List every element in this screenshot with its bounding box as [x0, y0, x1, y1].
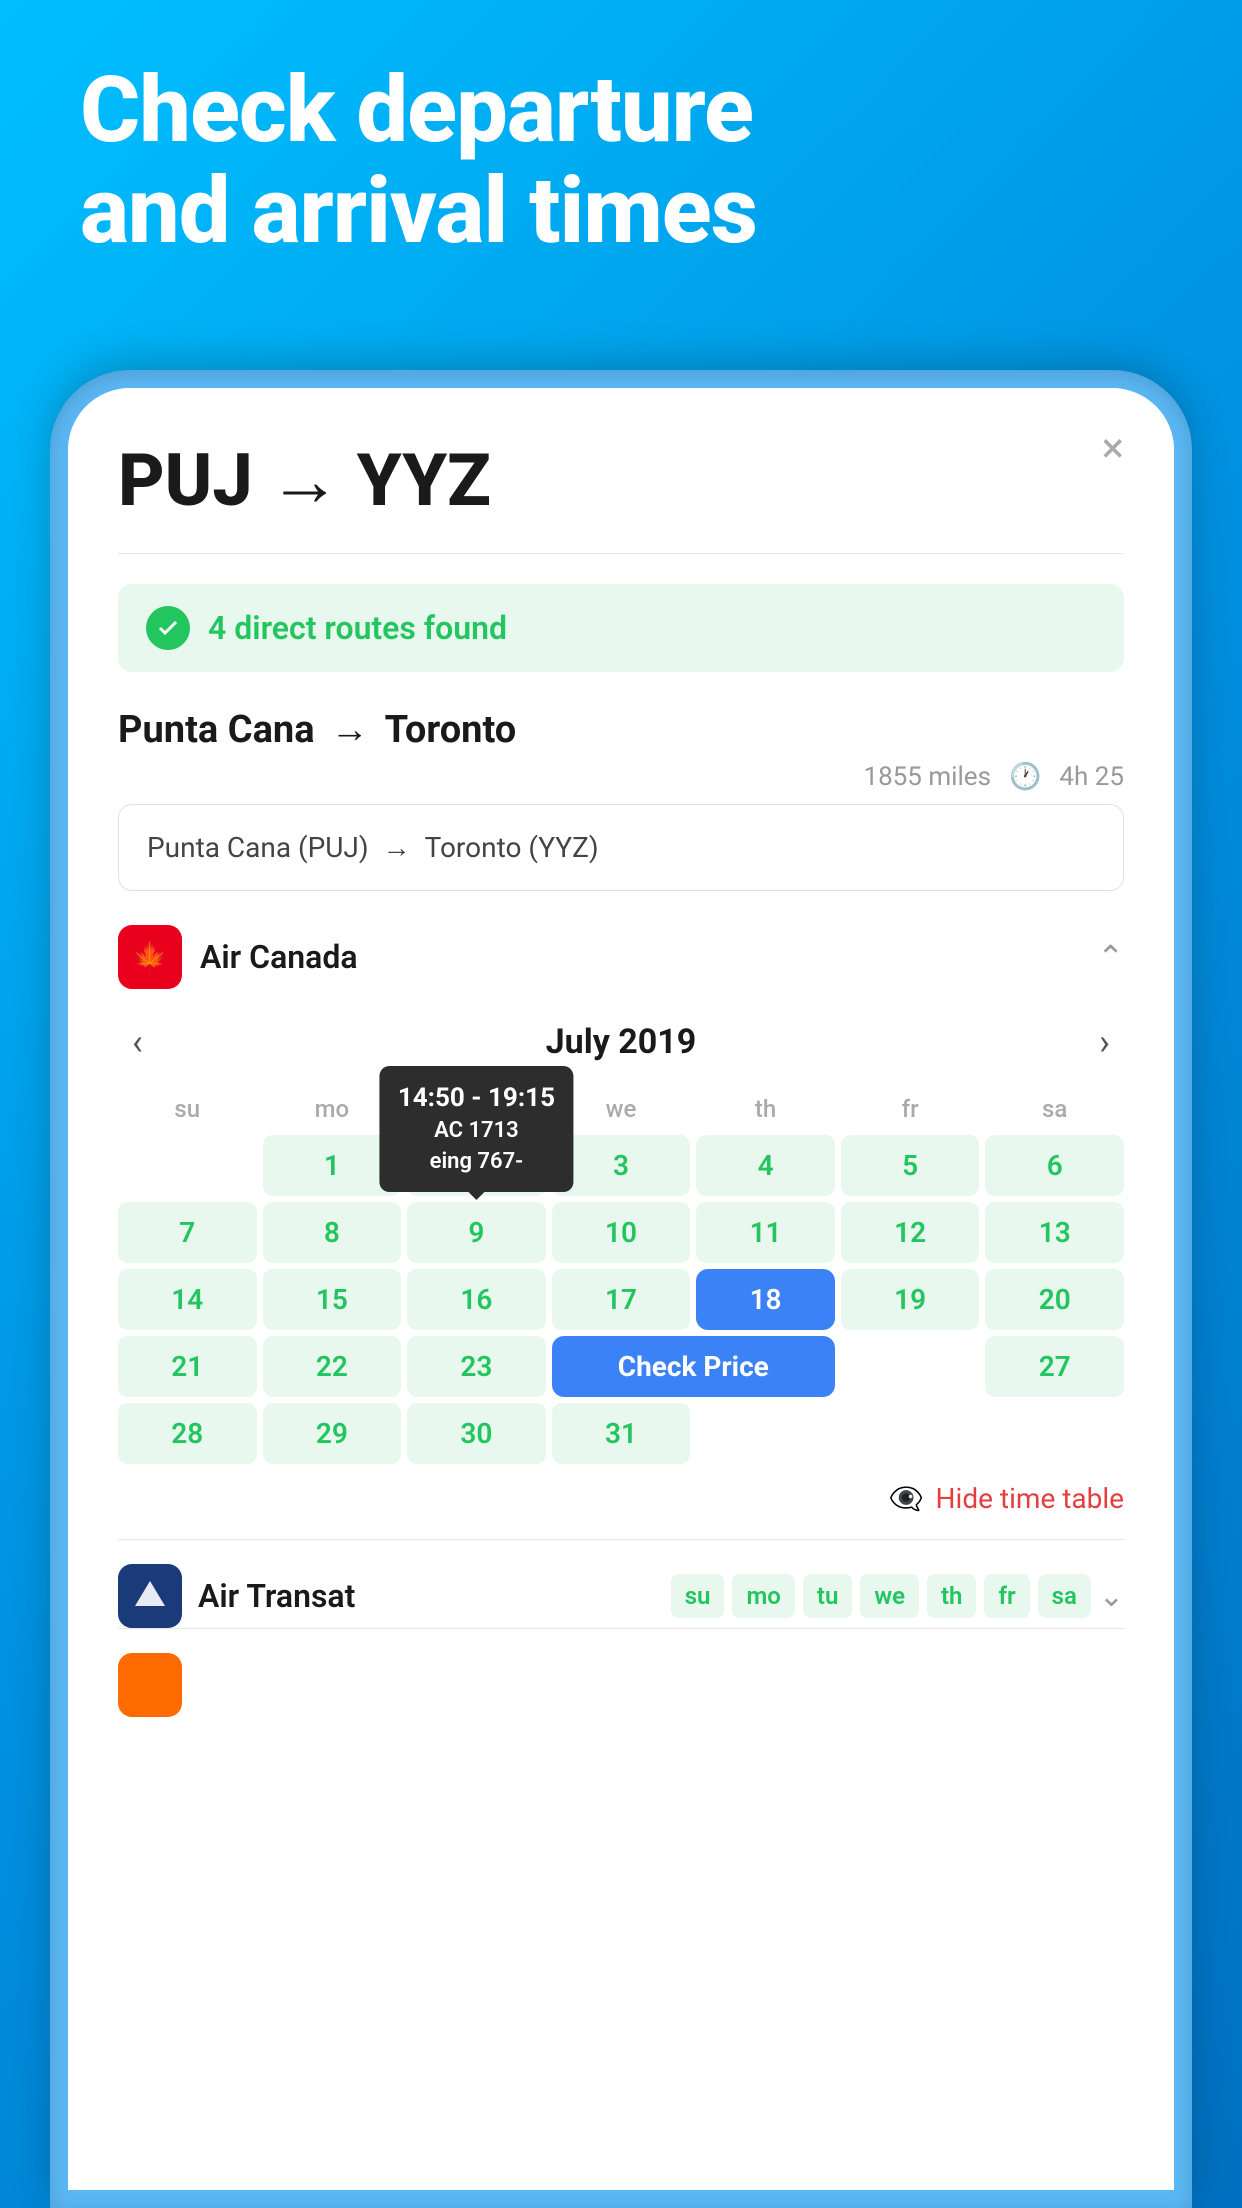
- airline2-expand-icon[interactable]: ⌄: [1099, 1579, 1124, 1614]
- cal-cell-23[interactable]: 23: [407, 1336, 546, 1397]
- cal-header-fr: fr: [841, 1089, 980, 1129]
- city-to: Toronto: [385, 708, 517, 752]
- cal-cell-empty-4: [841, 1403, 980, 1464]
- route-detail-box: Punta Cana (PUJ) → Toronto (YYZ): [118, 804, 1124, 891]
- phone-frame: × PUJ → YYZ 4 direct routes found Punta: [50, 370, 1192, 2208]
- cal-cell-11[interactable]: 11: [696, 1202, 835, 1263]
- airline1-header: 🍁 Air Canada ⌃: [118, 915, 1124, 999]
- cal-header-su: su: [118, 1089, 257, 1129]
- airline1-left: 🍁 Air Canada: [118, 925, 358, 989]
- cal-cell-10[interactable]: 10: [552, 1202, 691, 1263]
- section-arrow: →: [331, 708, 369, 752]
- cal-cell-28[interactable]: 28: [118, 1403, 257, 1464]
- clock-icon: 🕐: [1009, 762, 1041, 792]
- cal-cell-27[interactable]: 27: [985, 1336, 1124, 1397]
- air-canada-logo: 🍁: [118, 925, 182, 989]
- cal-cell-20[interactable]: 20: [985, 1269, 1124, 1330]
- cal-cell-12[interactable]: 12: [841, 1202, 980, 1263]
- airline2-name: Air Transat: [198, 1577, 355, 1615]
- cal-cell-empty-1: [118, 1135, 257, 1196]
- cal-cell-21[interactable]: 21: [118, 1336, 257, 1397]
- flight-tooltip: 14:50 - 19:15 AC 1713 eing 767-: [380, 1066, 573, 1192]
- cal-cell-18-selected[interactable]: 18: [696, 1269, 835, 1330]
- routes-found-text: 4 direct routes found: [208, 609, 507, 647]
- route-title: PUJ → YYZ: [118, 438, 1124, 523]
- cal-cell-empty-3: [696, 1403, 835, 1464]
- airline2-left: Air Transat: [118, 1564, 355, 1628]
- section-title: Punta Cana → Toronto: [118, 708, 1124, 752]
- miles-text: 1855 miles: [863, 762, 991, 792]
- city-from: Punta Cana: [118, 708, 315, 752]
- day-th: th: [927, 1574, 976, 1618]
- routes-found-banner: 4 direct routes found: [118, 584, 1124, 672]
- route-arrow: →: [269, 438, 341, 523]
- destination-code: YYZ: [357, 438, 491, 523]
- airline2-row: Air Transat su mo tu we th fr sa ⌄: [118, 1539, 1124, 1628]
- cal-header-sa: sa: [985, 1089, 1124, 1129]
- day-su: su: [671, 1574, 725, 1618]
- route-meta: 1855 miles 🕐 4h 25: [118, 762, 1124, 792]
- cal-cell-8[interactable]: 8: [263, 1202, 402, 1263]
- cal-cell-empty-2: [841, 1336, 980, 1397]
- cal-row-2: 7 8 9 14:50 - 19:15 AC 1713 eing 767- 10…: [118, 1202, 1124, 1263]
- phone-screen: × PUJ → YYZ 4 direct routes found Punta: [68, 388, 1174, 2190]
- duration-text: 4h 25: [1059, 762, 1124, 792]
- cal-cell-14[interactable]: 14: [118, 1269, 257, 1330]
- check-price-button[interactable]: Check Price: [552, 1336, 835, 1397]
- air-transat-logo: [118, 1564, 182, 1628]
- day-sa: sa: [1038, 1574, 1091, 1618]
- close-button[interactable]: ×: [1102, 428, 1124, 470]
- airline3-row: [118, 1628, 1124, 1717]
- cal-cell-7[interactable]: 7: [118, 1202, 257, 1263]
- hide-timetable-label: Hide time table: [936, 1482, 1124, 1515]
- cal-header-th: th: [696, 1089, 835, 1129]
- day-mo: mo: [732, 1574, 794, 1618]
- cal-row-1: 1 2 3 4 5 6: [118, 1135, 1124, 1196]
- check-circle-icon: [146, 606, 190, 650]
- origin-code: PUJ: [118, 438, 253, 523]
- cal-prev-button[interactable]: ‹: [118, 1013, 157, 1071]
- cal-cell-17[interactable]: 17: [552, 1269, 691, 1330]
- calendar-nav: ‹ July 2019 ›: [118, 1013, 1124, 1071]
- cal-cell-22[interactable]: 22: [263, 1336, 402, 1397]
- hide-timetable-button[interactable]: 👁‍🗨 Hide time table: [118, 1482, 1124, 1515]
- cal-row-5: 28 29 30 31: [118, 1403, 1124, 1464]
- cal-cell-4[interactable]: 4: [696, 1135, 835, 1196]
- cal-row-3: 14 15 16 17 18 19 20: [118, 1269, 1124, 1330]
- airline3-logo: [118, 1653, 182, 1717]
- tooltip-aircraft: eing 767-: [398, 1147, 555, 1178]
- hero-title: Check departure and arrival times: [80, 60, 1162, 262]
- cal-cell-9-wrapper[interactable]: 9 14:50 - 19:15 AC 1713 eing 767-: [407, 1202, 546, 1263]
- day-tu: tu: [803, 1574, 852, 1618]
- detail-to: Toronto (YYZ): [425, 831, 599, 864]
- cal-cell-30[interactable]: 30: [407, 1403, 546, 1464]
- cal-month-label: July 2019: [546, 1022, 697, 1062]
- tooltip-time: 14:50 - 19:15: [398, 1080, 555, 1116]
- cal-next-button[interactable]: ›: [1085, 1013, 1124, 1071]
- day-fr: fr: [984, 1574, 1029, 1618]
- airline2-days: su mo tu we th fr sa ⌄: [671, 1574, 1124, 1618]
- detail-arrow: →: [383, 831, 411, 864]
- cal-cell-15[interactable]: 15: [263, 1269, 402, 1330]
- eye-slash-icon: 👁‍🗨: [889, 1482, 924, 1515]
- cal-cell-19[interactable]: 19: [841, 1269, 980, 1330]
- day-we: we: [860, 1574, 919, 1618]
- cal-row-4: 21 22 23 Check Price 27: [118, 1336, 1124, 1397]
- divider-1: [118, 553, 1124, 554]
- airline1-name: Air Canada: [200, 938, 358, 976]
- modal-content: × PUJ → YYZ 4 direct routes found Punta: [68, 388, 1174, 2190]
- cal-cell-empty-5: [985, 1403, 1124, 1464]
- cal-cell-5[interactable]: 5: [841, 1135, 980, 1196]
- collapse-icon[interactable]: ⌃: [1097, 938, 1124, 976]
- calendar-grid: su mo tu we th fr sa 1 2 3 4 5 6: [118, 1089, 1124, 1464]
- cal-cell-6[interactable]: 6: [985, 1135, 1124, 1196]
- cal-cell-31[interactable]: 31: [552, 1403, 691, 1464]
- detail-from: Punta Cana (PUJ): [147, 831, 369, 864]
- cal-cell-13[interactable]: 13: [985, 1202, 1124, 1263]
- tooltip-flight: AC 1713: [398, 1116, 555, 1147]
- cal-cell-29[interactable]: 29: [263, 1403, 402, 1464]
- cal-header-row: su mo tu we th fr sa: [118, 1089, 1124, 1129]
- cal-cell-16[interactable]: 16: [407, 1269, 546, 1330]
